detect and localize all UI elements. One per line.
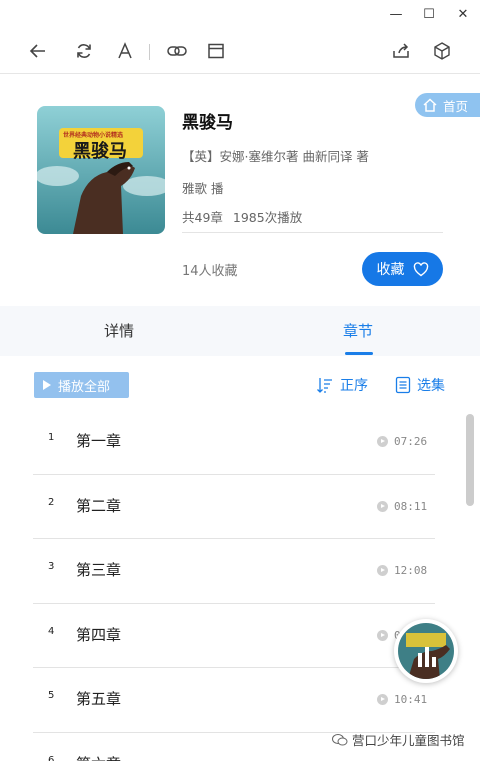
info-divider (182, 232, 443, 233)
cover-title-text: 黑骏马 (73, 141, 127, 162)
duration-text: 07:26 (394, 435, 428, 448)
clock-icon (377, 436, 388, 447)
watermark-text: 营口少年儿童图书馆 (352, 733, 465, 748)
close-button[interactable]: ✕ (448, 2, 478, 26)
tab-chapters[interactable]: 章节 (343, 320, 373, 341)
chapter-number: 5 (48, 690, 55, 701)
duration-text: 12:08 (394, 564, 428, 577)
watermark: 营口少年儿童图书馆 (332, 730, 465, 749)
heart-icon (413, 261, 428, 276)
refresh-icon[interactable] (71, 38, 97, 64)
play-all-label: 播放全部 (58, 379, 111, 395)
clock-icon (377, 500, 388, 512)
book-stats: 共49章 1985次播放 (182, 207, 302, 226)
sort-icon (317, 378, 332, 393)
chapter-title: 第五章 (76, 690, 122, 708)
cube-icon[interactable] (429, 38, 455, 64)
chapter-item[interactable]: 2 第二章 08:11 (33, 475, 435, 539)
chapter-item[interactable]: 4 第四章 0 (33, 604, 435, 668)
sort-label: 正序 (340, 378, 368, 394)
play-all-button[interactable]: 播放全部 (34, 372, 129, 398)
share-icon[interactable] (388, 38, 414, 64)
mini-player-button[interactable] (394, 619, 458, 683)
mini-player-cover (398, 623, 454, 679)
chapter-title: 第三章 (76, 561, 122, 579)
chapter-duration: 12:08 (377, 564, 427, 577)
clock-icon (377, 565, 388, 576)
book-cover: 世界经典动物小说精选 黑骏马 (37, 106, 165, 234)
clock-icon (377, 629, 388, 641)
favorite-label: 收藏 (376, 262, 405, 278)
chapter-count: 共49章 (182, 210, 223, 225)
chapter-title: 第二章 (76, 496, 122, 515)
back-icon[interactable] (25, 38, 51, 64)
chapter-number: 1 (48, 432, 55, 443)
duration-text: 10:41 (394, 693, 428, 706)
select-label: 选集 (417, 378, 445, 394)
chapter-number: 4 (48, 625, 55, 637)
chapter-number: 2 (48, 496, 55, 508)
duration-text: 08:11 (394, 499, 428, 513)
chapter-item[interactable]: 3 第三章 12:08 (33, 539, 435, 604)
sort-button[interactable]: 正序 (316, 375, 368, 395)
select-episodes-button[interactable]: 选集 (395, 375, 445, 395)
wechat-icon (332, 733, 348, 745)
tab-bar: 详情 章节 (0, 306, 480, 356)
chapter-number: 3 (48, 561, 55, 572)
book-narrator: 雅歌 播 (182, 181, 224, 196)
list-icon (395, 376, 411, 394)
maximize-button[interactable]: ☐ (414, 2, 444, 26)
window-icon[interactable] (203, 38, 229, 64)
home-label: 首页 (443, 98, 469, 114)
toolbar-separator (149, 44, 150, 60)
home-button[interactable]: 首页 (415, 93, 480, 117)
font-icon[interactable] (112, 38, 138, 64)
book-title: 黑骏马 (182, 113, 233, 133)
clock-icon (377, 694, 388, 705)
chapter-item[interactable]: 5 第五章 10:41 (33, 668, 435, 733)
play-icon (43, 380, 51, 390)
book-author: 【英】安娜·塞维尔著 曲新同译 著 (182, 149, 369, 164)
tab-details[interactable]: 详情 (104, 320, 134, 341)
chapter-title: 第六章 (76, 753, 121, 761)
play-count: 1985次播放 (232, 210, 303, 225)
chapter-item[interactable]: 1 第一章 07:26 (33, 410, 435, 475)
favorite-button[interactable]: 收藏 (362, 252, 443, 286)
chapter-title: 第一章 (76, 432, 122, 450)
chapter-duration: 10:41 (377, 693, 427, 706)
favorite-count: 14人收藏 (182, 264, 238, 279)
chapter-list: 1 第一章 07:26 2 第二章 08:11 3 第三章 12:08 4 第四… (33, 410, 435, 761)
minimize-button[interactable]: — (381, 2, 411, 26)
window-titlebar: — ☐ ✕ (0, 0, 480, 28)
scrollbar-thumb[interactable] (466, 414, 474, 506)
chapter-number: 6 (48, 754, 55, 761)
chapter-duration: 07:26 (377, 435, 427, 448)
link-icon[interactable] (164, 38, 190, 64)
chapter-duration: 08:11 (377, 500, 427, 513)
tab-active-indicator (345, 352, 373, 355)
home-icon (423, 98, 437, 112)
chapter-title: 第四章 (76, 625, 122, 644)
browser-toolbar (0, 28, 480, 74)
